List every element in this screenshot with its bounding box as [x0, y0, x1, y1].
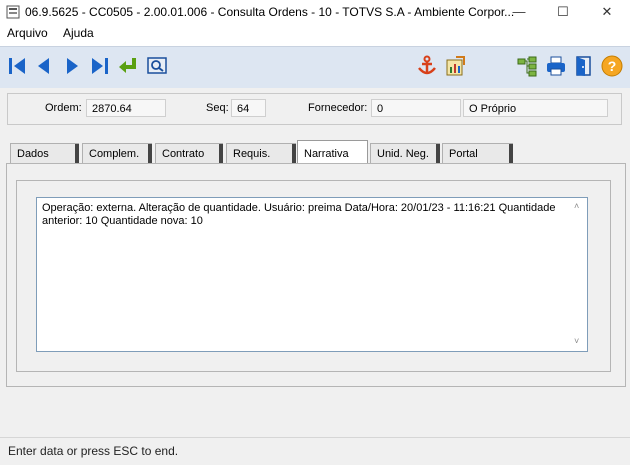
narrativa-textarea[interactable]: Operação: externa. Alteração de quantida… — [36, 197, 588, 352]
hierarchy-icon[interactable] — [516, 55, 538, 77]
next-record-icon[interactable] — [61, 55, 83, 77]
tab-complem[interactable]: Complem. — [82, 143, 152, 164]
close-button[interactable]: ✕ — [585, 0, 629, 24]
menu-arquivo[interactable]: Arquivo — [7, 26, 48, 40]
tab-label: Portal — [449, 148, 478, 160]
tab-label: Narrativa — [304, 148, 349, 160]
tab-contrato[interactable]: Contrato — [155, 143, 223, 164]
tab-label: Unid. Neg. — [377, 148, 429, 160]
app-icon — [6, 5, 20, 19]
maximize-button[interactable]: ☐ — [541, 0, 585, 24]
header-panel: Ordem: 2870.64 Seq: 64 Fornecedor: 0 O P… — [7, 93, 622, 125]
tab-dados[interactable]: Dados — [10, 143, 79, 164]
fornecedor-code-field[interactable]: 0 — [371, 99, 461, 117]
print-icon[interactable] — [545, 55, 567, 77]
last-record-icon[interactable] — [89, 55, 111, 77]
window-title: 06.9.5625 - CC0505 - 2.00.01.006 - Consu… — [25, 5, 515, 19]
tab-portal[interactable]: Portal — [442, 143, 513, 164]
tab-unid-neg[interactable]: Unid. Neg. — [370, 143, 440, 164]
tab-label: Contrato — [162, 148, 205, 160]
anchor-icon[interactable] — [416, 55, 438, 77]
scroll-up-icon[interactable]: ˄ — [574, 201, 579, 211]
seq-label: Seq: — [206, 102, 229, 114]
title-bar: 06.9.5625 - CC0505 - 2.00.01.006 - Consu… — [0, 0, 630, 24]
report-icon[interactable] — [444, 55, 466, 77]
previous-record-icon[interactable] — [33, 55, 55, 77]
fornecedor-label: Fornecedor: — [308, 102, 368, 114]
menu-ajuda[interactable]: Ajuda — [63, 26, 94, 40]
tab-requis[interactable]: Requis. — [226, 143, 296, 164]
ordem-field[interactable]: 2870.64 — [86, 99, 166, 117]
status-bar: Enter data or press ESC to end. — [0, 437, 630, 465]
tab-label: Complem. — [89, 148, 140, 160]
svg-text:?: ? — [608, 58, 617, 74]
help-icon[interactable]: ? — [601, 55, 623, 77]
tab-label: Requis. — [233, 148, 271, 160]
first-record-icon[interactable] — [6, 55, 28, 77]
vertical-scrollbar[interactable]: ˄ ˅ — [571, 198, 587, 351]
menu-bar: Arquivo Ajuda — [0, 24, 630, 44]
toolbar: ? — [0, 46, 630, 89]
return-icon[interactable] — [117, 55, 139, 77]
status-message: Enter data or press ESC to end. — [8, 444, 179, 458]
tab-narrativa[interactable]: Narrativa — [297, 140, 368, 164]
scroll-down-icon[interactable]: ˅ — [574, 336, 579, 346]
exit-door-icon[interactable] — [573, 55, 595, 77]
ordem-label: Ordem: — [45, 102, 82, 114]
minimize-button[interactable]: — — [497, 0, 541, 24]
search-icon[interactable] — [146, 55, 168, 77]
fornecedor-name-field[interactable]: O Próprio — [463, 99, 608, 117]
narrativa-text: Operação: externa. Alteração de quantida… — [42, 202, 556, 227]
tab-label: Dados — [17, 148, 49, 160]
seq-field[interactable]: 64 — [231, 99, 266, 117]
